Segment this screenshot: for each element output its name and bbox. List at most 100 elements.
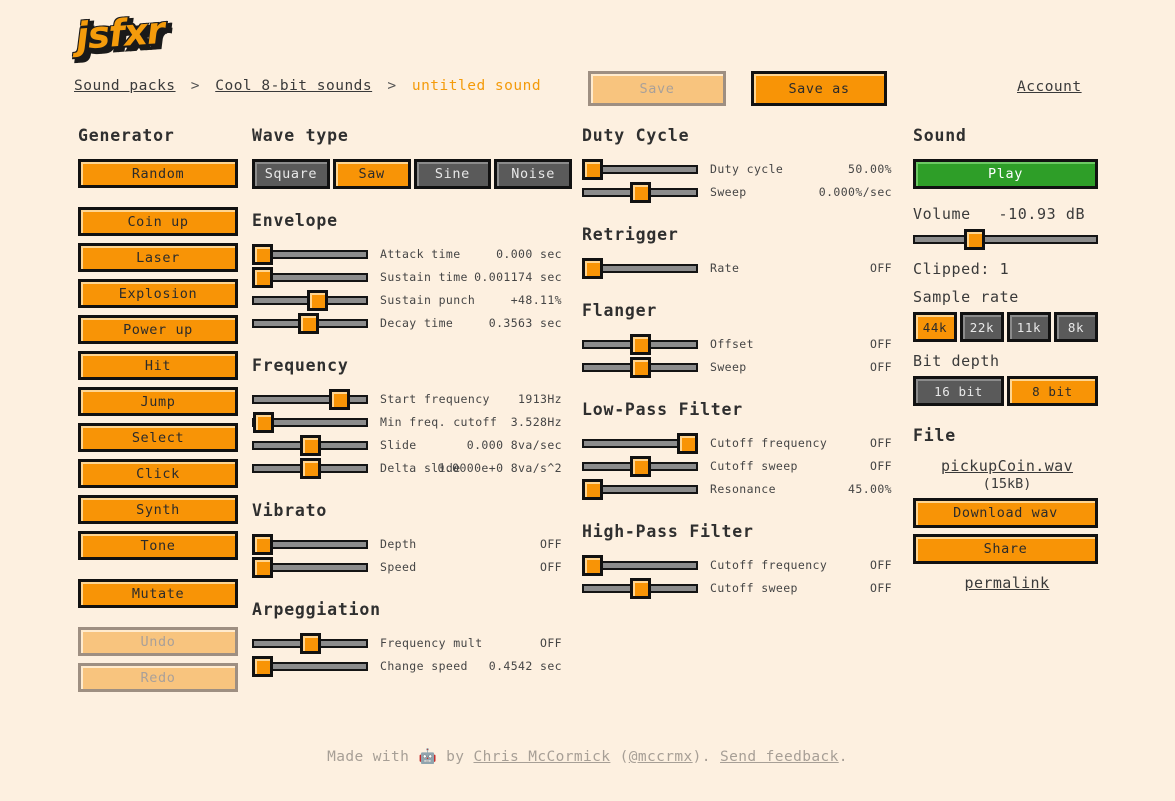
breadcrumb: Sound packs > Cool 8-bit sounds > untitl… xyxy=(74,78,541,94)
footer-period: . xyxy=(838,749,848,765)
slider-thumb[interactable] xyxy=(963,229,985,250)
lp-cutoff-frequency-slider[interactable] xyxy=(582,431,698,454)
slider-thumb[interactable] xyxy=(252,244,273,265)
generator-preset-explosion[interactable]: Explosion xyxy=(78,279,238,308)
redo-button[interactable]: Redo xyxy=(78,663,238,692)
bit-depth-selector: 16 bit 8 bit xyxy=(913,376,1101,406)
sustain-time-slider[interactable] xyxy=(252,265,368,288)
app-logo[interactable]: jsfxr xyxy=(75,9,196,70)
flanger-offset-slider[interactable] xyxy=(582,332,698,355)
slider-row-sustain-punch: Sustain punch +48.11% xyxy=(252,288,562,311)
generator-preset-hit[interactable]: Hit xyxy=(78,351,238,380)
footer-by: by xyxy=(446,749,465,765)
lp-cutoff-sweep-slider[interactable] xyxy=(582,454,698,477)
breadcrumb-collection[interactable]: Cool 8-bit sounds xyxy=(215,78,372,94)
duty-sweep-slider[interactable] xyxy=(582,180,698,203)
save-as-button[interactable]: Save as xyxy=(751,71,887,106)
generator-preset-coin-up[interactable]: Coin up xyxy=(78,207,238,236)
slider-label: Attack time xyxy=(380,246,461,261)
slider-row-vibrato-depth: Depth OFF xyxy=(252,532,562,555)
retrigger-rate-slider[interactable] xyxy=(582,256,698,279)
slider-track xyxy=(913,235,1098,244)
slider-thumb[interactable] xyxy=(582,479,603,500)
sample-rate-22k[interactable]: 22k xyxy=(960,312,1004,342)
wave-type-saw[interactable]: Saw xyxy=(332,159,411,189)
slider-row-lp-resonance: Resonance 45.00% xyxy=(582,477,892,500)
generator-random-button[interactable]: Random xyxy=(78,159,238,188)
breadcrumb-sound-packs[interactable]: Sound packs xyxy=(74,78,176,94)
download-wav-button[interactable]: Download wav xyxy=(913,498,1098,528)
delta-slide-slider[interactable] xyxy=(252,456,368,479)
slider-thumb[interactable] xyxy=(252,267,273,288)
generator-preset-laser[interactable]: Laser xyxy=(78,243,238,272)
slider-row-min-freq-cutoff: Min freq. cutoff 3.528Hz xyxy=(252,410,562,433)
footer-handle-link[interactable]: @mccrmx xyxy=(629,749,693,765)
vibrato-depth-slider[interactable] xyxy=(252,532,368,555)
wave-type-square[interactable]: Square xyxy=(252,159,330,189)
slider-thumb[interactable] xyxy=(629,578,651,599)
slider-thumb[interactable] xyxy=(252,534,273,555)
slider-label: Cutoff frequency xyxy=(710,557,828,572)
slider-thumb[interactable] xyxy=(252,412,274,433)
slider-thumb[interactable] xyxy=(629,456,651,477)
start-frequency-slider[interactable] xyxy=(252,387,368,410)
slider-thumb[interactable] xyxy=(582,258,603,279)
footer-feedback-link[interactable]: Send feedback xyxy=(720,749,839,765)
duty-cycle-slider[interactable] xyxy=(582,157,698,180)
generator-preset-select[interactable]: Select xyxy=(78,423,238,452)
slider-thumb[interactable] xyxy=(629,182,651,203)
slider-value: OFF xyxy=(540,635,562,650)
generator-mutate-button[interactable]: Mutate xyxy=(78,579,238,608)
bit-depth-8[interactable]: 8 bit xyxy=(1007,376,1098,406)
undo-button[interactable]: Undo xyxy=(78,627,238,656)
vibrato-speed-slider[interactable] xyxy=(252,555,368,578)
permalink-link[interactable]: permalink xyxy=(913,574,1101,592)
attack-time-slider[interactable] xyxy=(252,242,368,265)
slider-thumb[interactable] xyxy=(582,555,603,576)
slider-thumb[interactable] xyxy=(328,389,350,410)
generator-preset-power-up[interactable]: Power up xyxy=(78,315,238,344)
lp-resonance-slider[interactable] xyxy=(582,477,698,500)
sample-rate-44k[interactable]: 44k xyxy=(913,312,957,342)
file-name-link[interactable]: pickupCoin.wav xyxy=(941,457,1073,475)
hp-cutoff-frequency-slider[interactable] xyxy=(582,553,698,576)
envelope-title: Envelope xyxy=(252,211,338,230)
sample-rate-8k[interactable]: 8k xyxy=(1054,312,1098,342)
slide-slider[interactable] xyxy=(252,433,368,456)
wave-type-noise[interactable]: Noise xyxy=(494,159,572,189)
generator-preset-tone[interactable]: Tone xyxy=(78,531,238,560)
bit-depth-16[interactable]: 16 bit xyxy=(913,376,1004,406)
save-button[interactable]: Save xyxy=(588,71,726,106)
frequency-mult-slider[interactable] xyxy=(252,631,368,654)
slider-thumb[interactable] xyxy=(629,334,651,355)
wave-type-sine[interactable]: Sine xyxy=(413,159,492,189)
slider-row-duty-sweep: Sweep 0.000%/sec xyxy=(582,180,892,203)
sample-rate-11k[interactable]: 11k xyxy=(1007,312,1051,342)
hp-cutoff-sweep-slider[interactable] xyxy=(582,576,698,599)
generator-preset-jump[interactable]: Jump xyxy=(78,387,238,416)
generator-preset-click[interactable]: Click xyxy=(78,459,238,488)
account-link[interactable]: Account xyxy=(1017,79,1082,95)
flanger-sweep-slider[interactable] xyxy=(582,355,698,378)
slider-label: Change speed xyxy=(380,658,468,673)
footer-author-link[interactable]: Chris McCormick xyxy=(473,749,610,765)
sustain-punch-slider[interactable] xyxy=(252,288,368,311)
slider-thumb[interactable] xyxy=(677,433,698,454)
min-freq-cutoff-slider[interactable] xyxy=(252,410,368,433)
slider-thumb[interactable] xyxy=(299,458,321,479)
slider-thumb[interactable] xyxy=(307,290,329,311)
change-speed-slider[interactable] xyxy=(252,654,368,677)
slider-thumb[interactable] xyxy=(629,357,651,378)
slider-thumb[interactable] xyxy=(252,656,273,677)
slider-thumb[interactable] xyxy=(582,159,603,180)
slider-thumb[interactable] xyxy=(252,557,273,578)
generator-preset-synth[interactable]: Synth xyxy=(78,495,238,524)
volume-row: Volume -10.93 dB xyxy=(913,205,1101,223)
play-button[interactable]: Play xyxy=(913,159,1098,189)
volume-slider[interactable] xyxy=(913,228,1098,250)
slider-thumb[interactable] xyxy=(299,435,321,456)
decay-time-slider[interactable] xyxy=(252,311,368,334)
share-button[interactable]: Share xyxy=(913,534,1098,564)
slider-thumb[interactable] xyxy=(299,633,321,654)
slider-thumb[interactable] xyxy=(297,313,319,334)
